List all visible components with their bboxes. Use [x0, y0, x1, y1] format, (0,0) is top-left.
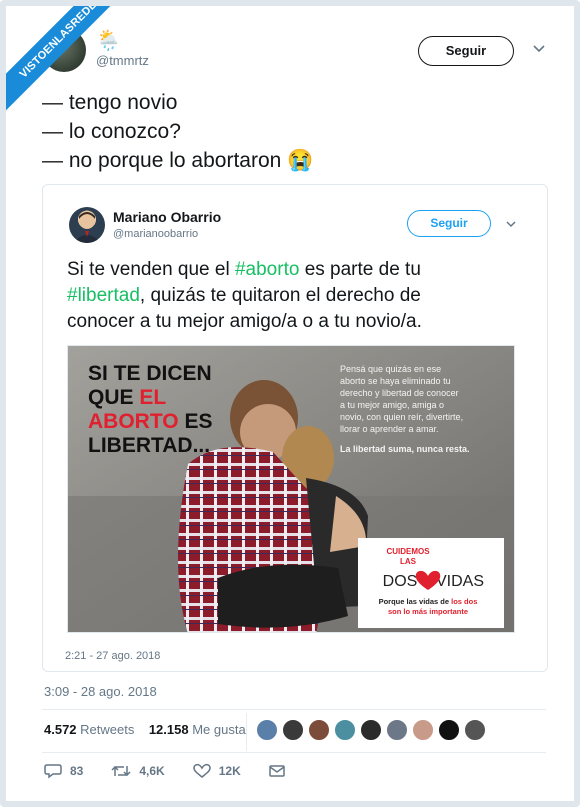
retweet-count: 4,6K	[139, 764, 165, 778]
retweet-stat[interactable]: 4.572 Retweets	[44, 722, 134, 737]
watermark-corner: VISTOENLASREDES	[6, 6, 116, 116]
badge-top: CUIDEMOS	[386, 547, 430, 556]
chevron-down-icon[interactable]	[532, 42, 546, 56]
badge-sub1: Porque las vidas de los dos	[379, 597, 478, 606]
reply-button[interactable]: 83	[44, 763, 83, 779]
quoted-avatar[interactable]	[69, 207, 105, 243]
chevron-down-icon[interactable]	[505, 218, 517, 230]
quoted-handle[interactable]: @marianoobarrio	[113, 228, 198, 240]
liker-avatar[interactable]	[308, 719, 330, 741]
hashtag-libertad[interactable]: #libertad	[67, 285, 140, 306]
likers-avatars	[256, 719, 486, 741]
quoted-text: Si te venden que el #aborto es parte de …	[67, 257, 422, 335]
action-bar: 83 4,6K 12K	[44, 763, 321, 779]
tweet-header: 🌦️ @tmmrtz Seguir	[42, 28, 552, 74]
reply-icon	[44, 764, 62, 779]
reply-count: 83	[70, 764, 84, 778]
envelope-icon	[268, 765, 285, 777]
stats-row: 4.572 Retweets 12.158 Me gusta	[44, 722, 246, 737]
image-headline-2: QUE EL	[88, 386, 166, 409]
quoted-follow-button[interactable]: Seguir	[407, 210, 491, 237]
image-side-text: Pensá que quizás en ese	[340, 364, 441, 374]
badge-las: LAS	[400, 557, 417, 566]
follow-button[interactable]: Seguir	[418, 36, 514, 66]
tweet-line: — lo conozco?	[42, 120, 181, 143]
like-stat[interactable]: 12.158 Me gusta	[149, 722, 246, 737]
image-side-text: aborto se haya eliminado tu	[340, 376, 451, 386]
image-side-text: a tu mejor amigo, amiga o	[340, 400, 444, 410]
quoted-line: Si te venden que el #aborto es parte de …	[67, 259, 421, 280]
retweet-button[interactable]: 4,6K	[111, 763, 165, 779]
image-side-text: llorar o aprender a amar.	[340, 424, 439, 434]
divider	[42, 752, 546, 753]
liker-avatar[interactable]	[464, 719, 486, 741]
tweet-line: — no porque lo abortaron 😭	[42, 149, 314, 172]
stats-separator	[246, 713, 247, 751]
image-headline-4: LIBERTAD...	[88, 434, 210, 457]
image-side-bold: La libertad suma, nunca resta.	[340, 444, 470, 454]
watermark-ribbon: VISTOENLASREDES	[6, 6, 116, 114]
liker-avatar[interactable]	[282, 719, 304, 741]
badge-vidas: VIDAS	[436, 573, 484, 590]
like-button[interactable]: 12K	[192, 763, 241, 779]
image-side-text: novio, con quien reír, divertirte,	[340, 412, 463, 422]
liker-avatar[interactable]	[360, 719, 382, 741]
liker-avatar[interactable]	[438, 719, 460, 741]
campaign-image: SI TE DICEN QUE EL ABORTO ES LIBERTAD...…	[68, 346, 514, 632]
like-count: 12K	[218, 764, 241, 778]
tweet-timestamp[interactable]: 3:09 - 28 ago. 2018	[44, 684, 157, 699]
image-headline-1: SI TE DICEN	[88, 362, 212, 385]
image-side-text: derecho y libertad de conocer	[340, 388, 459, 398]
liker-avatar[interactable]	[412, 719, 434, 741]
badge-dos: DOS	[383, 573, 418, 590]
retweet-icon	[111, 765, 131, 777]
quoted-timestamp[interactable]: 2:21 - 27 ago. 2018	[65, 650, 160, 662]
liker-avatar[interactable]	[386, 719, 408, 741]
dm-button[interactable]	[268, 764, 293, 778]
quoted-image[interactable]: SI TE DICEN QUE EL ABORTO ES LIBERTAD...…	[67, 345, 515, 633]
badge-sub2: son lo más importante	[388, 607, 468, 616]
quoted-line: #libertad, quizás te quitaron el derecho…	[67, 285, 421, 306]
image-headline-3: ABORTO ES	[88, 410, 212, 433]
liker-avatar[interactable]	[256, 719, 278, 741]
liker-avatar[interactable]	[334, 719, 356, 741]
quoted-tweet[interactable]: Mariano Obarrio @marianoobarrio Seguir S…	[42, 184, 548, 672]
quoted-line: conocer a tu mejor amigo/a o a tu novio/…	[67, 311, 422, 332]
hashtag-aborto[interactable]: #aborto	[235, 259, 299, 280]
tweet-card: VISTOENLASREDES 🌦️ @tmmrtz Seguir — teng…	[0, 0, 580, 807]
quoted-name[interactable]: Mariano Obarrio	[113, 209, 221, 225]
heart-icon	[192, 763, 211, 778]
divider	[42, 709, 546, 710]
